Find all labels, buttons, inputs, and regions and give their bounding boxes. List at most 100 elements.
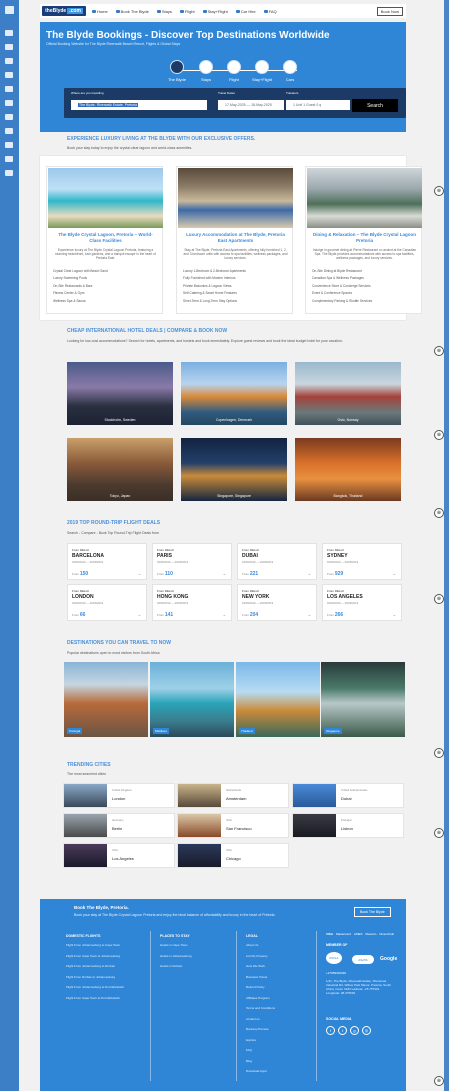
dest-singapore[interactable]: Singapore	[321, 662, 405, 737]
flight-card[interactable]: From DELHI SYDNEY 04/09/2019 — 20/09/2019 F…	[322, 543, 402, 580]
step-blyde[interactable]: The Blyde	[167, 60, 187, 82]
lux-card-apartments[interactable]: Luxury Accommodation at The Blyde, Preto…	[176, 166, 293, 314]
footer-link[interactable]: Terms and Conditions	[246, 1006, 275, 1017]
deal-tokyo[interactable]: Tokyo, Japan	[67, 438, 173, 501]
zoom-icon[interactable]: ⊕	[434, 1076, 444, 1086]
travelers-input[interactable]: 1 Unit 1 Guest 0 q	[286, 100, 350, 110]
site-logo[interactable]: theBlyde .com	[42, 6, 86, 16]
footer-link[interactable]: Business Travel	[246, 975, 275, 986]
help-icon[interactable]	[5, 100, 13, 106]
lux-card-dining[interactable]: Dining & Relaxation – The Blyde Crystal …	[305, 166, 422, 314]
footer-link[interactable]: Flight From Cape Town to Johannesburg	[66, 954, 124, 965]
step-stays[interactable]: Stays	[196, 60, 216, 82]
user-icon[interactable]	[5, 128, 13, 134]
calendar-icon[interactable]	[5, 114, 13, 120]
footer-link[interactable]: contact us	[246, 1017, 275, 1028]
heart-icon[interactable]	[5, 156, 13, 162]
flights-subtitle: Search - Compare - Book Top Round-Trip F…	[67, 531, 160, 535]
flight-card[interactable]: From DELHI LONDON 04/09/2019 — 20/09/2019 F…	[67, 584, 147, 621]
flight-card[interactable]: From DELHI LOS ANGELES 04/09/2019 — 20/09/…	[322, 584, 402, 621]
bag-icon[interactable]	[5, 142, 13, 148]
city-card[interactable]: USA Los Angeles	[63, 843, 175, 868]
book-now-button[interactable]: Book Now	[376, 6, 403, 16]
zoom-icon[interactable]: ⊕	[434, 346, 444, 356]
car-icon[interactable]	[5, 86, 13, 92]
deal-singapore[interactable]: Singapore, Singapore	[181, 438, 287, 501]
zoom-icon[interactable]: ⊕	[434, 508, 444, 518]
google-plus-icon[interactable]: g	[350, 1026, 359, 1035]
step-flight[interactable]: Flight	[224, 60, 244, 82]
footer-link[interactable]: FAQ	[246, 1048, 275, 1059]
travel-dates-input[interactable]: 17-May-2025 — 18-May-2025	[218, 100, 284, 110]
footer-link[interactable]: Hotels in Cape Town	[160, 943, 192, 954]
footer-link[interactable]: List My Property	[246, 954, 275, 965]
footer-link[interactable]: How We Work	[246, 964, 275, 975]
nav-faq[interactable]: FAQ	[263, 9, 277, 14]
nav-stay-flight[interactable]: Stay+Flight	[202, 9, 228, 14]
city-card[interactable]: USA Chicago	[177, 843, 289, 868]
footer-link[interactable]: Flight From Johannesburg to Port Elizabe…	[66, 985, 124, 996]
flight-card[interactable]: From DELHI PARIS 04/09/2019 — 20/09/2019 Fr…	[152, 543, 232, 580]
dest-thailand[interactable]: Thailand	[236, 662, 320, 737]
twitter-icon[interactable]: t	[338, 1026, 347, 1035]
destination-input[interactable]: The Blyde, Riverwalk Estate, Pretoria	[71, 100, 207, 110]
search-button[interactable]: Search	[352, 99, 398, 112]
flight-card[interactable]: From DELHI NEW YORK 04/09/2019 — 20/09/201…	[237, 584, 317, 621]
city-card[interactable]: Netherlands Amsterdam	[177, 783, 289, 808]
bed-icon[interactable]	[5, 44, 13, 50]
zoom-icon[interactable]: ⊕	[434, 828, 444, 838]
nav-flight[interactable]: Flight	[179, 9, 195, 14]
deal-oslo[interactable]: Oslo, Norway	[295, 362, 401, 425]
footer-link[interactable]: Download Apps	[246, 1069, 275, 1080]
footer-link[interactable]: Hotels in Johannesburg	[160, 954, 192, 965]
nav-home[interactable]: Home	[92, 9, 108, 14]
footer-link[interactable]: Blog	[246, 1059, 275, 1070]
zoom-icon[interactable]: ⊕	[434, 430, 444, 440]
city-card[interactable]: United Kingdom London	[63, 783, 175, 808]
step-cars[interactable]: Cars	[280, 60, 300, 82]
amex-icon: AMEX	[354, 932, 363, 936]
zoom-icon[interactable]: ⊕	[434, 594, 444, 604]
footer-link[interactable]: Flight From Johannesburg to Cape Town	[66, 943, 124, 954]
zoom-icon[interactable]: ⊕	[434, 186, 444, 196]
step-stay-flight[interactable]: Stay+Flight	[252, 60, 272, 82]
bed-icon	[199, 60, 213, 74]
nav-stays[interactable]: Stays	[156, 9, 172, 14]
dest-portugal[interactable]: Portugal	[64, 662, 148, 737]
deal-bangkok[interactable]: Bangkok, Thailand	[295, 438, 401, 501]
nav-car-hire[interactable]: Car Hire	[235, 9, 256, 14]
bed-icon	[156, 9, 161, 13]
phone[interactable]: +27659310640	[326, 971, 346, 975]
mail-icon[interactable]	[5, 170, 13, 176]
nav-book[interactable]: Book The Blyde	[115, 9, 149, 14]
footer-link[interactable]: Flight From Cape Town to Port Elizabeth	[66, 996, 124, 1007]
footer-link[interactable]: Explore	[246, 1038, 275, 1049]
city-card[interactable]: Portugal Lisbon	[292, 813, 404, 838]
instagram-icon[interactable]: ◎	[362, 1026, 371, 1035]
arrow-right-icon: →	[392, 612, 396, 617]
dest-maldives[interactable]: Maldives	[150, 662, 234, 737]
footer-link[interactable]: Flight From Durban to Johannesburg	[66, 975, 124, 986]
deal-stockholm[interactable]: Stockholm, Sweden	[67, 362, 173, 425]
footer-link[interactable]: About Us	[246, 943, 275, 954]
city-card[interactable]: USA San Francisco	[177, 813, 289, 838]
book-blyde-button[interactable]: Book The Blyde	[354, 907, 391, 917]
lux-card-lagoon[interactable]: The Blyde Crystal Lagoon, Pretoria – Wor…	[46, 166, 163, 314]
deal-copenhagen[interactable]: Copenhagen, Denmark	[181, 362, 287, 425]
flight-card[interactable]: From DELHI BARCELONA 04/09/2019 — 20/09/20…	[67, 543, 147, 580]
footer-link[interactable]: Booking Process	[246, 1027, 275, 1038]
city-card[interactable]: Germany Berlin	[63, 813, 175, 838]
city-card[interactable]: United Arab Emirates Dubai	[292, 783, 404, 808]
home-icon[interactable]	[5, 30, 13, 36]
facebook-icon[interactable]: f	[326, 1026, 335, 1035]
flight-card[interactable]: From DELHI DUBAI 04/09/2019 — 20/09/2019 Fr…	[237, 543, 317, 580]
footer-link[interactable]: Flight From Johannesburg to Durban	[66, 964, 124, 975]
zoom-icon[interactable]: ⊕	[434, 748, 444, 758]
menu-icon[interactable]	[5, 6, 14, 14]
suitcase-icon[interactable]	[5, 72, 13, 78]
footer-link[interactable]: Affiliates Program	[246, 996, 275, 1007]
flight-card[interactable]: From DELHI HONG KONG 04/09/2019 — 20/09/20…	[152, 584, 232, 621]
footer-link[interactable]: Hotels in Durban	[160, 964, 192, 975]
plane-icon[interactable]	[5, 58, 13, 64]
footer-link[interactable]: Refund Policy	[246, 985, 275, 996]
